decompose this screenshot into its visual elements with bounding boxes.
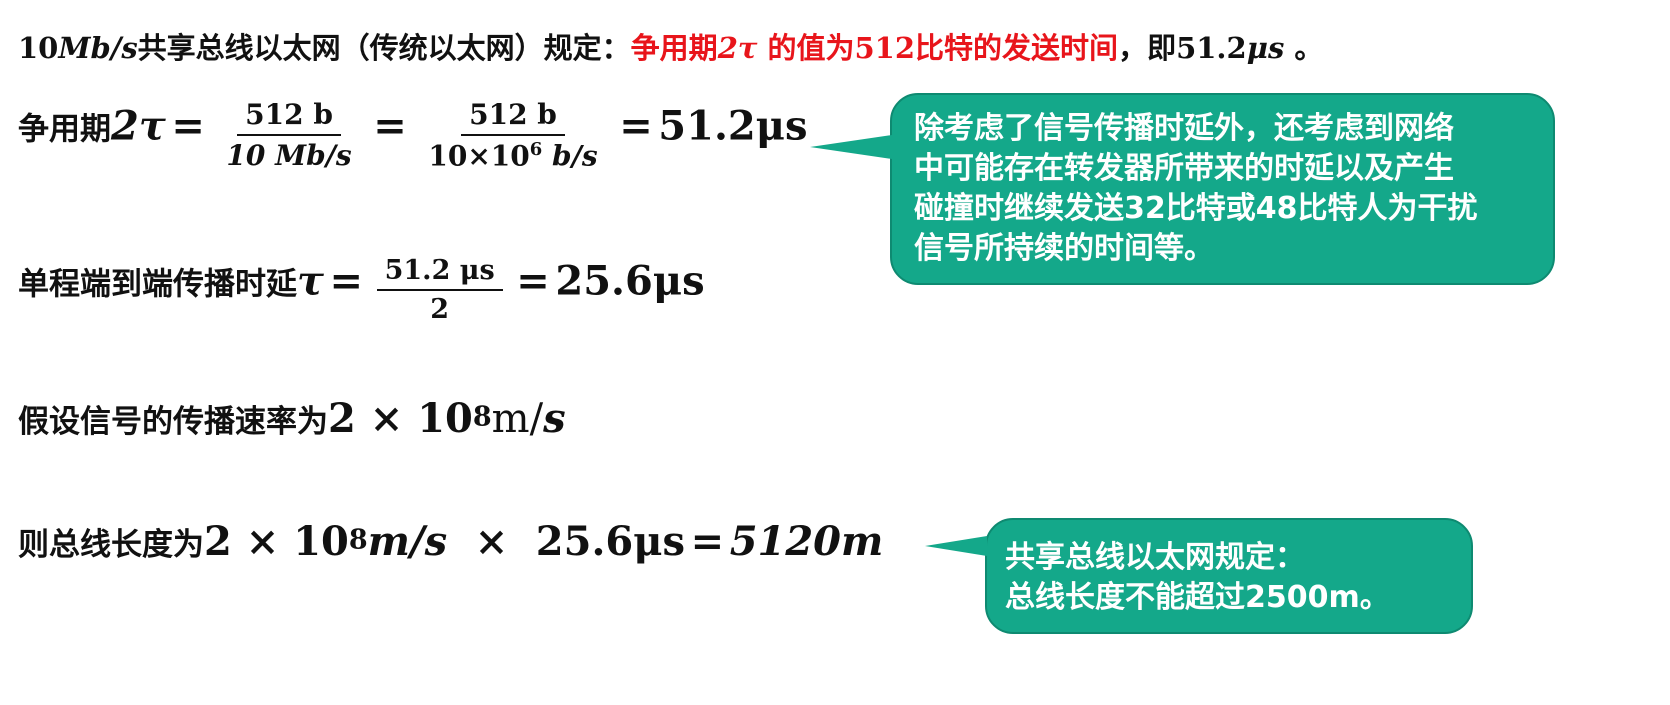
- length-exponent: 8: [348, 524, 368, 556]
- fraction-2-denominator-unit: b/s: [542, 139, 598, 173]
- callout-1-line: 信号所持续的时间等。: [914, 231, 1214, 266]
- fraction-2-numerator: 512 b: [461, 98, 565, 136]
- one-way-delay-equation: 单程端到端传播时延τ = 51.2 μs 2 = 25.6μs: [18, 255, 705, 325]
- times-sign: ×: [474, 518, 509, 565]
- bus-length-equation: 则总线长度为2 × 108m/s × 25.6μs = 5120m: [18, 518, 883, 565]
- contention-result: 51.2μs: [658, 102, 808, 150]
- fraction-1: 512 b 10 Mb/s: [218, 98, 359, 172]
- contention-period-equation: 争用期2τ = 512 b 10 Mb/s = 512 b 10×106 b/s…: [18, 98, 808, 172]
- callout-1-line: 除考虑了信号传播时延外，还考虑到网络: [914, 111, 1454, 146]
- title-rule-text: 共享总线以太网（传统以太网）规定：: [137, 31, 631, 65]
- callout-1-line: 中可能存在转发器所带来的时延以及产生: [914, 151, 1454, 186]
- fraction-2: 512 b 10×106 b/s: [420, 98, 605, 172]
- length-label: 则总线长度为: [18, 527, 204, 563]
- one-way-fraction: 51.2 μs 2: [376, 255, 503, 325]
- title-rate-number: 10: [18, 31, 59, 65]
- length-speed-unit: m/s: [367, 518, 448, 565]
- one-way-result: 25.6μs: [555, 257, 705, 305]
- equals-sign: =: [619, 102, 653, 150]
- equals-sign: =: [171, 102, 205, 150]
- title-value: 51.2: [1176, 31, 1247, 65]
- equals-sign: =: [329, 257, 364, 305]
- one-way-label: 单程端到端传播时延: [18, 266, 297, 303]
- fraction-2-denominator: 10×106 b/s: [420, 136, 605, 172]
- callout-2-line: 总线长度不能超过2500m。: [1005, 580, 1390, 615]
- propagation-speed-statement: 假设信号的传播速率为2 × 108m/s: [18, 395, 566, 442]
- speed-unit-m: m/: [491, 396, 544, 442]
- title-contention-symbol: 2τ: [717, 31, 758, 65]
- bus-length-limit-callout: 共享总线以太网规定： 总线长度不能超过2500m。: [925, 518, 1473, 634]
- one-way-numerator: 51.2 μs: [376, 255, 503, 291]
- callout-2-line: 共享总线以太网规定：: [1005, 540, 1305, 575]
- equals-sign: =: [373, 102, 407, 150]
- speed-label: 假设信号的传播速率为: [18, 404, 328, 440]
- speed-unit-s: s: [543, 395, 566, 442]
- title-send-time: 比特的发送时间: [915, 31, 1119, 65]
- title-contention-label: 争用期: [630, 31, 718, 65]
- delay-explanation-callout: 除考虑了信号传播时延外，还考虑到网络 中可能存在转发器所带来的时延以及产生 碰撞…: [810, 93, 1555, 285]
- title-unit: μs: [1246, 31, 1285, 65]
- contention-label: 争用期: [18, 111, 111, 148]
- callout-pointer: [810, 135, 892, 159]
- length-result: 5120m: [729, 518, 884, 565]
- length-mantissa: 2 × 10: [204, 518, 349, 565]
- fraction-2-denominator-exponent: 6: [529, 139, 543, 160]
- title-bits-number: 512: [854, 31, 916, 65]
- fraction-1-numerator: 512 b: [237, 98, 341, 137]
- title-rate-unit: Mb/s: [58, 31, 138, 65]
- title-value-of: 的值为: [757, 31, 855, 65]
- fraction-2-denominator-base: 10×10: [428, 139, 530, 173]
- callout-pointer: [925, 536, 987, 556]
- one-way-denominator: 2: [430, 294, 450, 325]
- length-delay: 25.6μs: [535, 518, 686, 565]
- contention-lhs: 2τ: [111, 102, 166, 150]
- title-statement: 10Mb/s共享总线以太网（传统以太网）规定：争用期2τ 的值为512比特的发送…: [18, 25, 1323, 67]
- one-way-lhs: τ: [297, 257, 324, 305]
- equals-sign: =: [690, 518, 725, 565]
- title-end: 。: [1284, 31, 1324, 65]
- callout-1-line: 碰撞时继续发送32比特或48比特人为干扰: [914, 191, 1478, 226]
- fraction-1-denominator: 10 Mb/s: [226, 139, 352, 173]
- title-that-is: ，即: [1118, 31, 1177, 65]
- equals-sign: =: [516, 257, 550, 305]
- speed-mantissa: 2 × 10: [328, 395, 473, 442]
- speed-exponent: 8: [472, 401, 492, 433]
